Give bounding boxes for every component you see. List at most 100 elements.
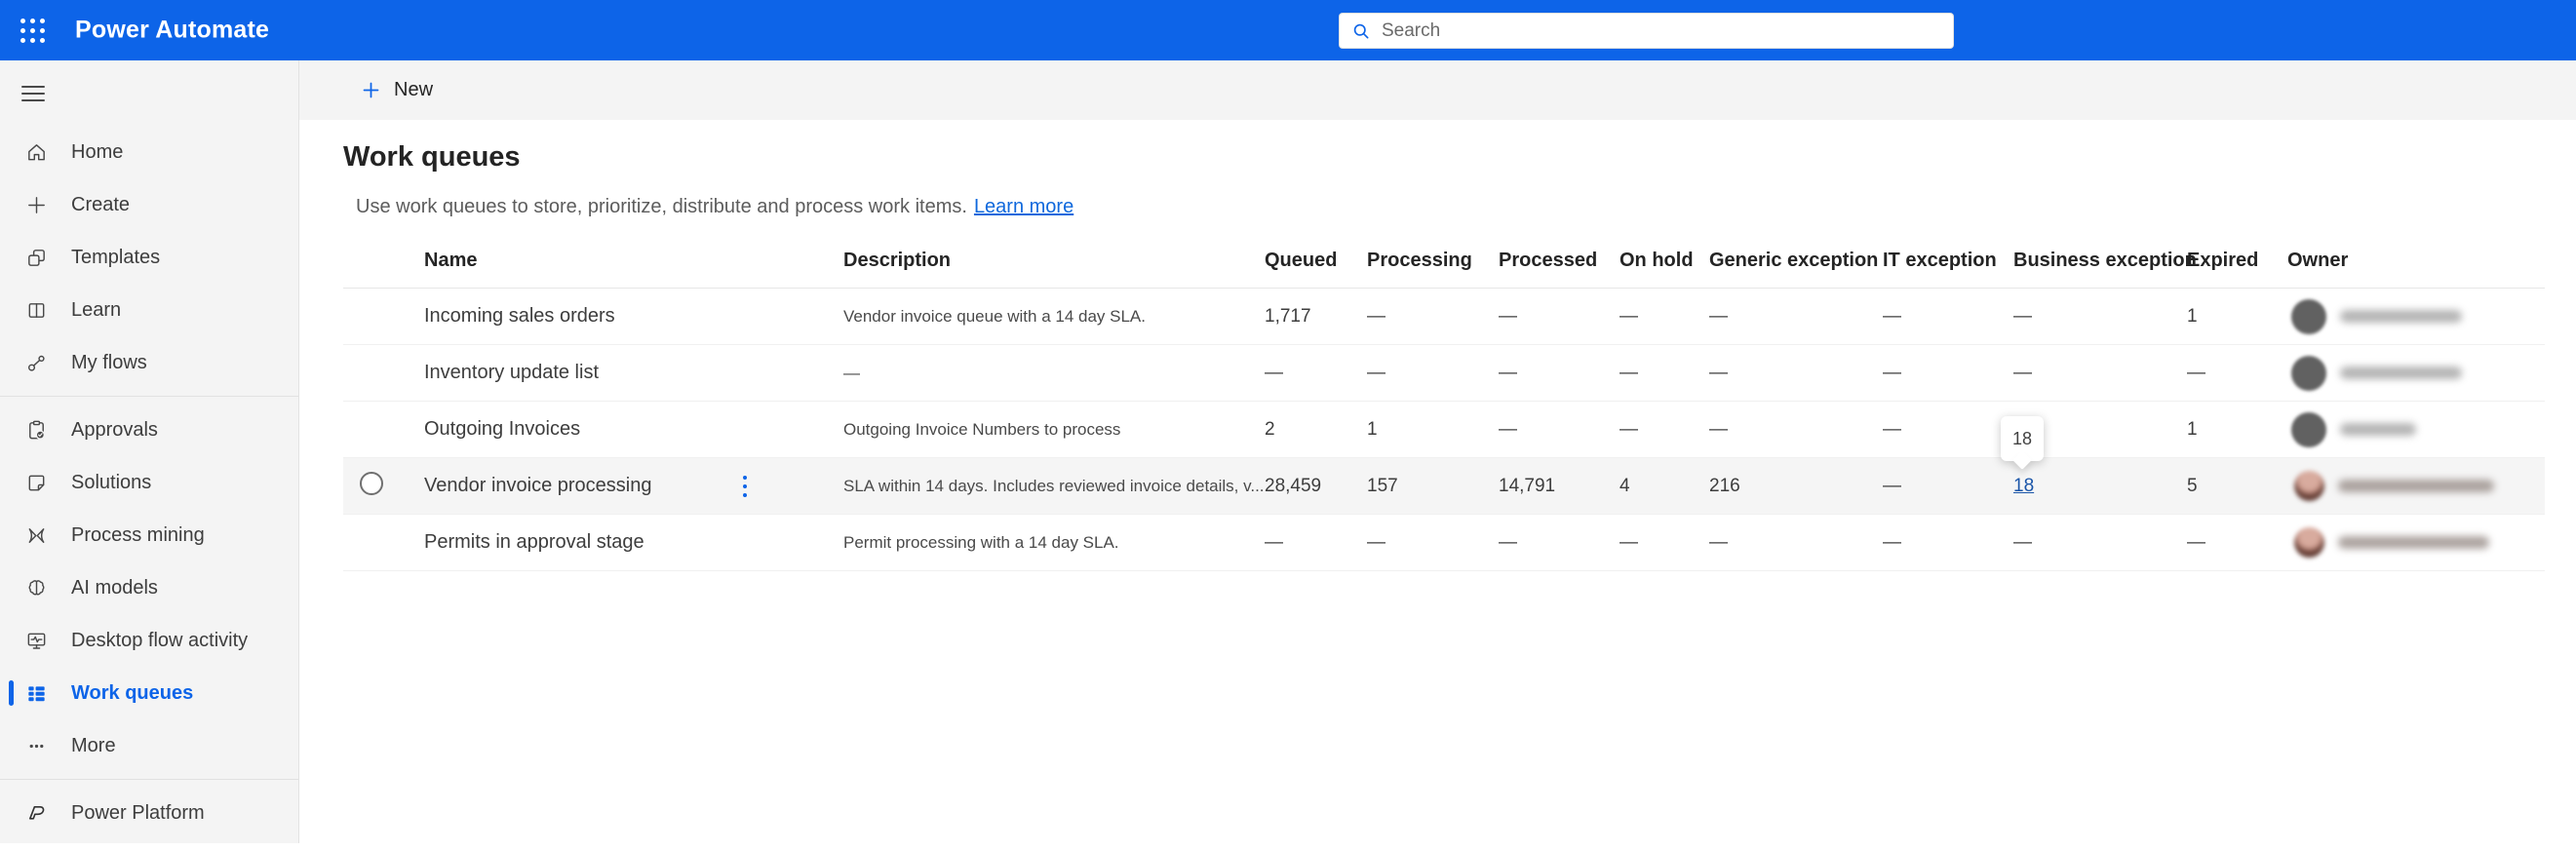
plus-icon (28, 196, 45, 213)
processing-value: 157 (1367, 475, 1398, 496)
avatar (2291, 355, 2326, 391)
sidebar-item-label: Power Platform (71, 801, 205, 824)
processing-value: — (1367, 305, 1386, 327)
sidebar-item-ai-models[interactable]: AI models (0, 561, 298, 614)
queue-name: Vendor invoice processing (424, 458, 843, 514)
queued-value: — (1265, 362, 1283, 383)
generic-exception-value: 216 (1709, 475, 1740, 496)
monitor-pulse-icon (27, 633, 46, 649)
row-select-radio[interactable] (360, 471, 383, 495)
brain-icon (28, 579, 45, 595)
avatar (2291, 298, 2326, 334)
queued-value: 1,717 (1265, 305, 1311, 327)
owner-cell (2287, 298, 2545, 334)
sidebar-item-create[interactable]: Create (0, 178, 298, 231)
sidebar-item-approvals[interactable]: Approvals (0, 404, 298, 456)
sidebar-item-power-platform[interactable]: Power Platform (0, 787, 298, 839)
owner-cell (2287, 355, 2545, 391)
learn-more-link[interactable]: Learn more (974, 196, 1073, 217)
column-header-owner[interactable]: Owner (2287, 250, 2545, 272)
hamburger-menu-icon[interactable] (21, 81, 45, 106)
command-bar: New (299, 60, 2576, 120)
table-row[interactable]: Outgoing Invoices Outgoing Invoice Numbe… (343, 402, 2545, 458)
sidebar-item-solutions[interactable]: Solutions (0, 456, 298, 509)
sidebar-item-templates[interactable]: Templates (0, 231, 298, 284)
business-exception-value: 18 (2013, 476, 2187, 497)
templates-icon (28, 249, 45, 266)
sidebar-item-process-mining[interactable]: Process mining (0, 509, 298, 561)
home-icon (28, 143, 45, 160)
sidebar-item-label: Solutions (71, 471, 152, 493)
queue-name: Outgoing Invoices (424, 418, 581, 440)
sidebar-item-work-queues[interactable]: Work queues (0, 667, 298, 719)
processing-value: — (1367, 362, 1386, 383)
column-header-processing[interactable]: Processing (1367, 250, 1499, 272)
sidebar-item-label: Templates (71, 246, 161, 268)
sidebar-item-my-flows[interactable]: My flows (0, 336, 298, 389)
generic-exception-value: — (1709, 362, 1728, 383)
generic-exception-value: — (1709, 418, 1728, 440)
on-hold-value: — (1620, 305, 1638, 327)
sidebar-divider (0, 779, 298, 780)
it-exception-value: — (1883, 305, 1901, 327)
queue-name: Permits in approval stage (424, 531, 644, 553)
search-input[interactable] (1382, 19, 1941, 42)
row-kebab-menu-icon[interactable] (734, 470, 756, 503)
column-header-name[interactable]: Name (424, 250, 843, 272)
sidebar-item-label: Process mining (71, 523, 205, 546)
queue-name: Inventory update list (424, 362, 599, 383)
column-header-on-hold[interactable]: On hold (1620, 250, 1709, 272)
queue-description: — (843, 363, 860, 382)
table-row[interactable]: Inventory update list — — — — — — — — — (343, 345, 2545, 402)
sidebar-item-label: Approvals (71, 418, 158, 441)
sidebar-item-more[interactable]: More (0, 719, 298, 772)
expired-value: 5 (2187, 475, 2198, 496)
expired-value: — (2187, 531, 2205, 553)
column-header-queued[interactable]: Queued (1265, 250, 1367, 272)
column-header-it-exception[interactable]: IT exception (1883, 250, 2013, 272)
owner-cell (2287, 411, 2545, 447)
column-header-business-exception[interactable]: Business exception (2013, 250, 2197, 272)
queue-description: Permit processing with a 14 day SLA. (843, 532, 1119, 552)
it-exception-value: — (1883, 531, 1901, 553)
owner-name-redacted (2338, 536, 2489, 549)
sidebar-divider (0, 396, 298, 397)
column-header-expired[interactable]: Expired (2187, 250, 2287, 272)
work-queues-grid-icon (28, 685, 45, 701)
top-app-bar: Power Automate (0, 0, 2576, 60)
expired-value: 1 (2187, 305, 2198, 327)
owner-name-redacted (2340, 367, 2462, 379)
queued-value: 2 (1265, 418, 1275, 440)
new-button[interactable]: New (361, 79, 433, 101)
table-row[interactable]: Incoming sales orders Vendor invoice que… (343, 289, 2545, 345)
solutions-box-icon (28, 475, 45, 490)
generic-exception-value: — (1709, 305, 1728, 327)
column-header-processed[interactable]: Processed (1499, 250, 1620, 272)
sidebar-item-label: Create (71, 193, 131, 215)
business-exception-value: — (2013, 531, 2032, 553)
processed-value: — (1499, 362, 1517, 383)
business-exception-value: — (2013, 362, 2032, 383)
processed-value: — (1499, 418, 1517, 440)
sidebar-nav: Home Create Templates Learn My flows App… (0, 60, 299, 843)
sidebar-item-learn[interactable]: Learn (0, 284, 298, 336)
table-row[interactable]: Permits in approval stage Permit process… (343, 515, 2545, 571)
owner-name-redacted (2338, 480, 2494, 492)
app-launcher-waffle-icon[interactable] (19, 17, 47, 45)
owner-name-redacted (2340, 423, 2416, 436)
page-title: Work queues (343, 141, 521, 173)
sidebar-item-home[interactable]: Home (0, 126, 298, 178)
sidebar-footer: Power Platform (0, 772, 298, 850)
owner-name-redacted (2340, 310, 2462, 323)
plus-icon (363, 82, 379, 98)
sidebar-item-label: AI models (71, 576, 158, 599)
processing-value: 1 (1367, 418, 1378, 440)
sidebar-item-desktop-flow-activity[interactable]: Desktop flow activity (0, 614, 298, 667)
global-search[interactable] (1339, 13, 1954, 49)
column-header-generic-exception[interactable]: Generic exception (1709, 250, 1883, 272)
table-row-vendor-invoice-processing[interactable]: Vendor invoice processing SLA within 14 … (343, 458, 2545, 515)
sidebar-item-label: More (71, 734, 116, 756)
business-exception-link[interactable]: 18 (2013, 476, 2034, 496)
processing-value: — (1367, 531, 1386, 553)
column-header-description[interactable]: Description (843, 250, 1265, 272)
